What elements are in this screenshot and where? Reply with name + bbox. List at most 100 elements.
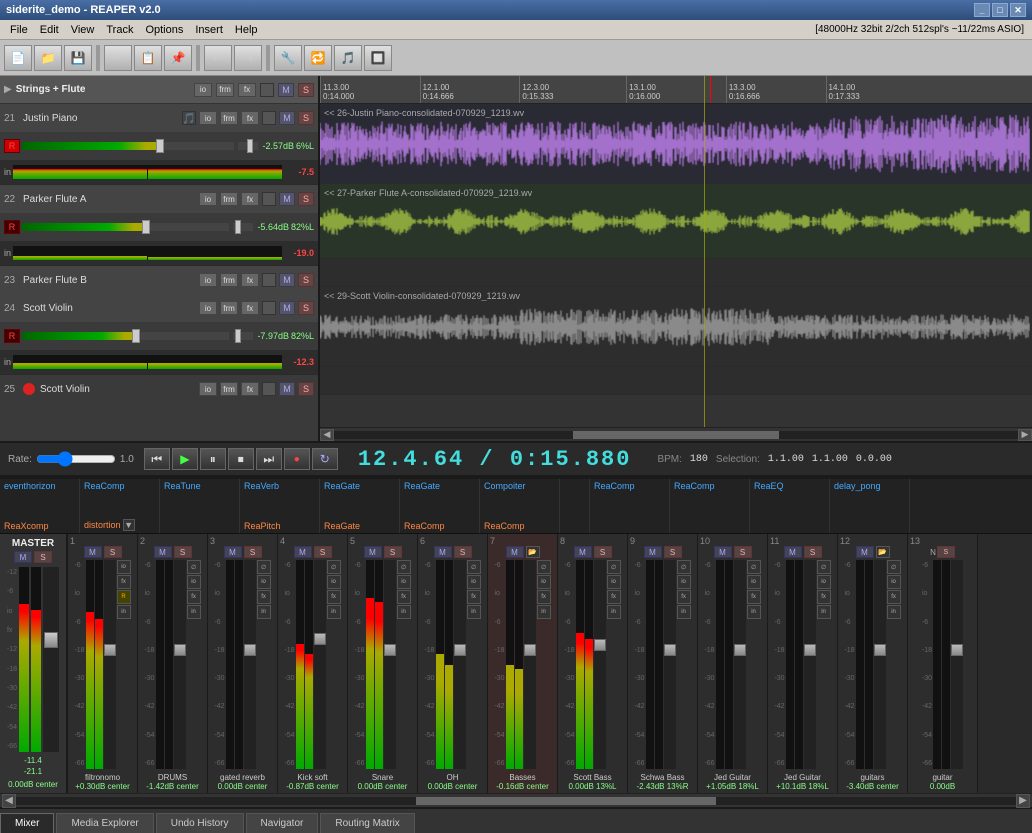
- ch4-m-btn[interactable]: M: [294, 546, 312, 558]
- track-21-io[interactable]: io: [199, 111, 217, 125]
- fx-reatune-name[interactable]: ReaTune: [164, 481, 235, 491]
- ch9-m-btn[interactable]: M: [644, 546, 662, 558]
- ch8-fader[interactable]: [594, 560, 606, 769]
- scroll-left-arrow[interactable]: ◀: [320, 429, 334, 441]
- track-25-frm[interactable]: frm: [220, 382, 238, 396]
- ch7-in-btn[interactable]: in: [537, 605, 551, 619]
- master-m-btn[interactable]: M: [14, 551, 32, 563]
- settings-button[interactable]: 🔧: [274, 45, 302, 71]
- track-24-env[interactable]: [262, 301, 276, 315]
- play-button[interactable]: ▶: [172, 448, 198, 470]
- track-22-vol-knob[interactable]: [142, 220, 150, 234]
- track-22-env[interactable]: [262, 192, 276, 206]
- ch7-s-btn[interactable]: 📂: [526, 546, 540, 558]
- track-21-vol-slider[interactable]: [22, 142, 234, 150]
- ch11-m-btn[interactable]: M: [784, 546, 802, 558]
- ch3-s-btn[interactable]: S: [244, 546, 262, 558]
- fx-eventhorizon-name[interactable]: eventhorizon: [4, 481, 75, 491]
- ch2-io-btn[interactable]: ∅: [187, 560, 201, 574]
- ch4-s-btn[interactable]: S: [314, 546, 332, 558]
- track-22-fx[interactable]: fx: [241, 192, 259, 206]
- ch6-io-btn[interactable]: ∅: [467, 560, 481, 574]
- menu-options[interactable]: Options: [139, 22, 189, 38]
- timeline-scrollbar-h[interactable]: ◀ ▶: [320, 427, 1032, 441]
- fx-reaGate1-name[interactable]: ReaGate: [324, 481, 395, 491]
- menu-edit[interactable]: Edit: [34, 22, 65, 38]
- ch12-fader-knob[interactable]: [874, 644, 886, 656]
- ch8-in-btn[interactable]: in: [607, 605, 621, 619]
- master-fader[interactable]: [43, 567, 59, 752]
- track-21-arm[interactable]: R: [4, 139, 20, 153]
- track-24-s[interactable]: S: [298, 301, 314, 315]
- ch3-m-btn[interactable]: M: [224, 546, 242, 558]
- track-21-fx[interactable]: fx: [241, 111, 259, 125]
- track-24-fx[interactable]: fx: [241, 301, 259, 315]
- channel-strips-container[interactable]: 1 M S -6io-6-18-30-42-54-66: [68, 534, 1032, 793]
- track-22-m[interactable]: M: [279, 192, 295, 206]
- new-button[interactable]: 📄: [4, 45, 32, 71]
- ch1-io-btn[interactable]: io: [117, 560, 131, 574]
- ch4-fader[interactable]: [314, 560, 326, 769]
- ch6-fader[interactable]: [454, 560, 466, 769]
- ch4-r-btn[interactable]: fx: [327, 590, 341, 604]
- record-button[interactable]: ●: [284, 448, 310, 470]
- fx-compoiter-name[interactable]: Compoiter: [484, 481, 555, 491]
- ch6-fader-knob[interactable]: [454, 644, 466, 656]
- ch9-fader[interactable]: [664, 560, 676, 769]
- track-24-arm[interactable]: R: [4, 329, 20, 343]
- fx-compoiter-sub[interactable]: ReaComp: [484, 521, 555, 531]
- track-21-frm[interactable]: frm: [220, 111, 238, 125]
- redo-button[interactable]: ↪: [234, 45, 262, 71]
- track-21-vol-knob[interactable]: [156, 139, 164, 153]
- ch8-fx-btn[interactable]: io: [607, 575, 621, 589]
- timeline-ruler[interactable]: 11.3.00 0:14.000 12.1.00 0:14.666 12.3.0…: [320, 76, 1032, 104]
- ch10-fx-btn[interactable]: io: [747, 575, 761, 589]
- group-s-btn[interactable]: S: [298, 83, 314, 97]
- track-22-pan-slider[interactable]: [233, 223, 253, 231]
- track-24-pan-slider[interactable]: [233, 332, 253, 340]
- ch12-m-btn[interactable]: M: [856, 546, 874, 558]
- ch1-fx-btn[interactable]: fx: [117, 575, 131, 589]
- ch9-io-btn[interactable]: ∅: [677, 560, 691, 574]
- loop-button[interactable]: 🔁: [304, 45, 332, 71]
- group-env-btn[interactable]: [260, 83, 274, 97]
- ch4-in-btn[interactable]: in: [327, 605, 341, 619]
- menu-view[interactable]: View: [65, 22, 101, 38]
- tab-media-explorer[interactable]: Media Explorer: [56, 813, 153, 833]
- ch11-fx-btn[interactable]: io: [817, 575, 831, 589]
- ch10-m-btn[interactable]: M: [714, 546, 732, 558]
- track-24-vol-knob[interactable]: [132, 329, 140, 343]
- ch7-fader[interactable]: [524, 560, 536, 769]
- ch1-fader-knob[interactable]: [104, 644, 116, 656]
- menu-insert[interactable]: Insert: [189, 22, 229, 38]
- ch8-r-btn[interactable]: fx: [607, 590, 621, 604]
- scroll-track[interactable]: [334, 431, 1018, 439]
- track-22-frm[interactable]: frm: [220, 192, 238, 206]
- ch8-io-btn[interactable]: ∅: [607, 560, 621, 574]
- track-25-fx[interactable]: fx: [241, 382, 259, 396]
- track-24-pan-knob[interactable]: [235, 329, 241, 343]
- ch5-r-btn[interactable]: fx: [397, 590, 411, 604]
- track-23-m[interactable]: M: [279, 273, 295, 287]
- fx-reaxcomp-name[interactable]: ReaXcomp: [4, 521, 75, 531]
- ch10-fader[interactable]: [734, 560, 746, 769]
- tab-undo-history[interactable]: Undo History: [156, 813, 244, 833]
- mixer-scroll-right[interactable]: ▶: [1016, 794, 1030, 808]
- snap-button[interactable]: 🔲: [364, 45, 392, 71]
- track-24-vol-slider[interactable]: [22, 332, 229, 340]
- mixer-scrollbar-h[interactable]: ◀ ▶: [0, 793, 1032, 807]
- ch2-m-btn[interactable]: M: [154, 546, 172, 558]
- track-23-s[interactable]: S: [298, 273, 314, 287]
- ch13-fader-knob[interactable]: [951, 644, 963, 656]
- fx-reverb-name[interactable]: ReaVerb: [244, 481, 315, 491]
- rewind-begin-button[interactable]: ⏮: [144, 448, 170, 470]
- ch1-fader[interactable]: [104, 560, 116, 769]
- mixer-scroll-left[interactable]: ◀: [2, 794, 16, 808]
- ch3-fader-knob[interactable]: [244, 644, 256, 656]
- scroll-thumb[interactable]: [573, 431, 778, 439]
- master-fader-knob[interactable]: [44, 632, 58, 648]
- rate-slider[interactable]: [36, 451, 116, 467]
- ch1-in-btn[interactable]: in: [117, 605, 131, 619]
- maximize-button[interactable]: □: [992, 3, 1008, 17]
- ch8-s-btn[interactable]: S: [594, 546, 612, 558]
